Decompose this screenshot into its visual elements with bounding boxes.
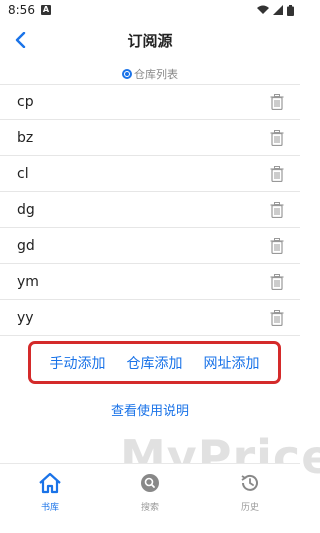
- navigation-bar: 订阅源: [0, 20, 300, 60]
- repo-add-button[interactable]: 仓库添加: [127, 353, 183, 373]
- search-icon: [137, 470, 163, 496]
- list-item[interactable]: dg: [0, 192, 300, 228]
- source-name: cl: [17, 165, 29, 182]
- tab-library[interactable]: 书库: [0, 464, 100, 533]
- radio-selected-icon: [122, 69, 132, 79]
- source-name: gd: [17, 237, 35, 254]
- trash-icon[interactable]: [268, 237, 286, 255]
- list-item[interactable]: bz: [0, 120, 300, 156]
- back-button[interactable]: [8, 28, 32, 52]
- trash-icon[interactable]: [268, 165, 286, 183]
- source-name: dg: [17, 201, 35, 218]
- page-title: 订阅源: [127, 31, 173, 50]
- tab-label: 历史: [240, 503, 259, 513]
- status-bar: 8:56 A: [0, 0, 300, 20]
- source-name: cp: [17, 94, 34, 110]
- status-icons: [257, 4, 294, 16]
- tab-search[interactable]: 搜索: [100, 464, 200, 533]
- tab-label: 书库: [40, 503, 59, 513]
- list-item[interactable]: cl: [0, 156, 300, 192]
- history-icon: [237, 470, 263, 496]
- signal-icon: [273, 5, 283, 15]
- list-item[interactable]: ym: [0, 264, 300, 300]
- repo-list-label: 仓库列表: [134, 68, 178, 81]
- wifi-icon: [257, 5, 269, 14]
- repo-list-toggle[interactable]: 仓库列表: [0, 66, 300, 82]
- notification-badge: A: [40, 5, 51, 15]
- tab-history[interactable]: 历史: [200, 464, 300, 533]
- home-icon: [37, 470, 63, 496]
- help-link[interactable]: 查看使用说明: [0, 400, 300, 419]
- trash-icon[interactable]: [268, 201, 286, 219]
- trash-icon[interactable]: [268, 93, 286, 111]
- add-actions-group: 手动添加 仓库添加 网址添加: [28, 341, 281, 384]
- chevron-left-icon: [15, 32, 26, 48]
- source-name: ym: [17, 273, 39, 290]
- url-add-button[interactable]: 网址添加: [204, 353, 260, 373]
- bottom-tab-bar: 书库 搜索 历史: [0, 463, 300, 533]
- trash-icon[interactable]: [268, 273, 286, 291]
- trash-icon[interactable]: [268, 309, 286, 327]
- battery-icon: [287, 4, 294, 16]
- source-list: cp bz cl dg gd ym yy: [0, 84, 300, 336]
- list-item[interactable]: yy: [0, 300, 300, 336]
- source-name: bz: [17, 129, 34, 146]
- tab-label: 搜索: [140, 503, 159, 513]
- manual-add-button[interactable]: 手动添加: [50, 353, 106, 373]
- status-time: 8:56: [8, 3, 35, 17]
- list-item[interactable]: cp: [0, 84, 300, 120]
- list-item[interactable]: gd: [0, 228, 300, 264]
- trash-icon[interactable]: [268, 129, 286, 147]
- source-name: yy: [17, 309, 34, 326]
